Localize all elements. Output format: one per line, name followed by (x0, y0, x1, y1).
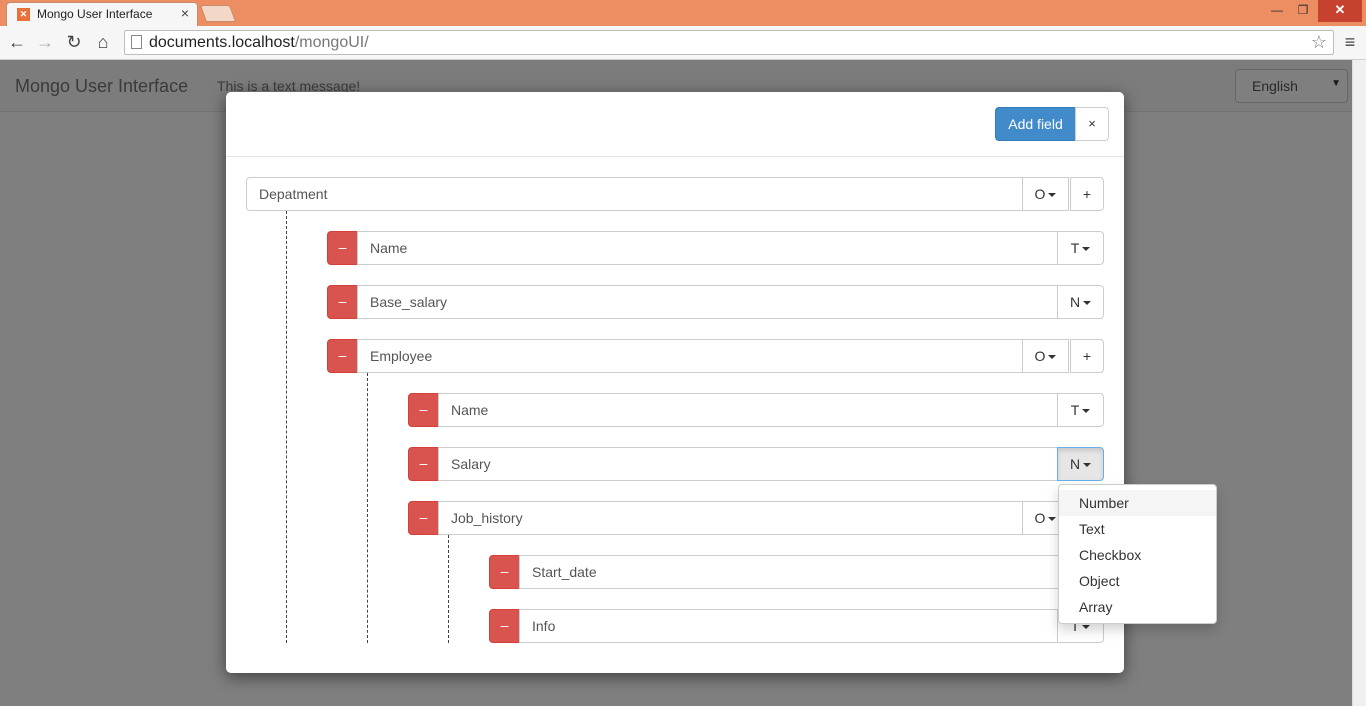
type-label: N (1069, 456, 1081, 472)
remove-field-button[interactable]: – (327, 339, 358, 373)
remove-field-button[interactable]: – (408, 447, 439, 481)
type-dropdown-button[interactable]: N (1057, 285, 1104, 319)
dropdown-option-text[interactable]: Text (1059, 516, 1216, 542)
field-name-input[interactable]: Name (438, 393, 1058, 427)
tab-close-icon[interactable]: × (181, 5, 189, 21)
field-name-input[interactable]: Base_salary (357, 285, 1058, 319)
forward-arrow-icon[interactable]: → (34, 32, 56, 54)
remove-field-button[interactable]: – (408, 393, 439, 427)
field-name-input[interactable]: Employee (357, 339, 1023, 373)
home-icon[interactable]: ⌂ (92, 32, 114, 54)
url-path: /mongoUI/ (294, 34, 369, 51)
bookmark-star-icon[interactable]: ☆ (1311, 32, 1327, 53)
type-dropdown-menu: Number Text Checkbox Object Array (1058, 484, 1217, 624)
field-row: – Name T (408, 393, 1104, 427)
type-label: O (1034, 510, 1046, 526)
type-dropdown-button[interactable]: T (1057, 231, 1104, 265)
caret-down-icon (1048, 355, 1057, 360)
field-name-input[interactable]: Depatment (246, 177, 1023, 211)
type-label: N (1069, 294, 1081, 310)
tree-connector-line (367, 373, 368, 643)
field-name-input[interactable]: Name (357, 231, 1058, 265)
type-dropdown-button[interactable]: N (1057, 447, 1104, 481)
browser-tab[interactable]: ✕ Mongo User Interface × (6, 2, 198, 26)
field-name-input[interactable]: Start_date (519, 555, 1104, 589)
tree-connector-line (448, 535, 449, 643)
url-text: documents.localhost/mongoUI/ (149, 34, 369, 52)
field-row: – Base_salary N (327, 285, 1104, 319)
tree-connector-line (286, 211, 287, 643)
browser-menu-icon[interactable]: ≡ (1340, 32, 1360, 52)
minimize-icon[interactable]: — (1266, 0, 1288, 22)
remove-field-button[interactable]: – (489, 555, 520, 589)
page-scrollbar[interactable] (1352, 60, 1366, 706)
type-label: O (1034, 348, 1046, 364)
field-row: – Job_history O (408, 501, 1104, 535)
caret-down-icon (1083, 301, 1092, 306)
caret-down-icon (1082, 625, 1091, 630)
field-row: – Info T (489, 609, 1104, 643)
url-host: documents.localhost (149, 34, 295, 51)
browser-titlebar: ✕ Mongo User Interface × — ❐ ✕ (0, 0, 1366, 26)
modal-header: Add field × (226, 92, 1124, 157)
type-label: T (1070, 402, 1080, 418)
window-close-icon[interactable]: ✕ (1318, 0, 1362, 22)
add-field-button[interactable]: Add field (995, 107, 1076, 141)
close-modal-button[interactable]: × (1075, 107, 1109, 141)
remove-field-button[interactable]: – (489, 609, 520, 643)
caret-down-icon (1083, 463, 1092, 468)
dropdown-option-number[interactable]: Number (1059, 490, 1216, 516)
dropdown-option-object[interactable]: Object (1059, 568, 1216, 594)
caret-down-icon (1048, 517, 1057, 522)
remove-field-button[interactable]: – (408, 501, 439, 535)
browser-toolbar: ← → ↻ ⌂ documents.localhost/mongoUI/ ☆ ≡ (0, 26, 1366, 60)
field-row: – Salary N (408, 447, 1104, 481)
address-bar[interactable]: documents.localhost/mongoUI/ ☆ (124, 30, 1334, 55)
reload-icon[interactable]: ↻ (63, 32, 85, 54)
field-name-input[interactable]: Info (519, 609, 1058, 643)
add-child-button[interactable]: + (1070, 177, 1104, 211)
type-dropdown-button[interactable]: O (1022, 177, 1069, 211)
restore-icon[interactable]: ❐ (1292, 0, 1314, 22)
field-name-input[interactable]: Job_history (438, 501, 1023, 535)
caret-down-icon (1082, 409, 1091, 414)
field-row: – Employee O + (327, 339, 1104, 373)
add-child-button[interactable]: + (1070, 339, 1104, 373)
xampp-favicon-icon: ✕ (17, 8, 30, 21)
type-dropdown-button[interactable]: O (1022, 339, 1069, 373)
field-row: – Start_date (489, 555, 1104, 589)
field-row-root: Depatment O + (246, 177, 1104, 211)
field-row: – Name T (327, 231, 1104, 265)
caret-down-icon (1048, 193, 1057, 198)
back-arrow-icon[interactable]: ← (6, 32, 28, 54)
type-dropdown-button[interactable]: T (1057, 393, 1104, 427)
remove-field-button[interactable]: – (327, 285, 358, 319)
new-tab-button[interactable] (199, 5, 237, 22)
dropdown-option-checkbox[interactable]: Checkbox (1059, 542, 1216, 568)
caret-down-icon (1082, 247, 1091, 252)
schema-editor-modal: Add field × Depatment O + – Name T – Bas… (226, 92, 1124, 673)
type-label: O (1034, 186, 1046, 202)
dropdown-option-array[interactable]: Array (1059, 594, 1216, 620)
field-name-input[interactable]: Salary (438, 447, 1058, 481)
tab-title: Mongo User Interface (37, 7, 153, 21)
type-label: T (1070, 240, 1080, 256)
remove-field-button[interactable]: – (327, 231, 358, 265)
page-icon (131, 35, 142, 49)
